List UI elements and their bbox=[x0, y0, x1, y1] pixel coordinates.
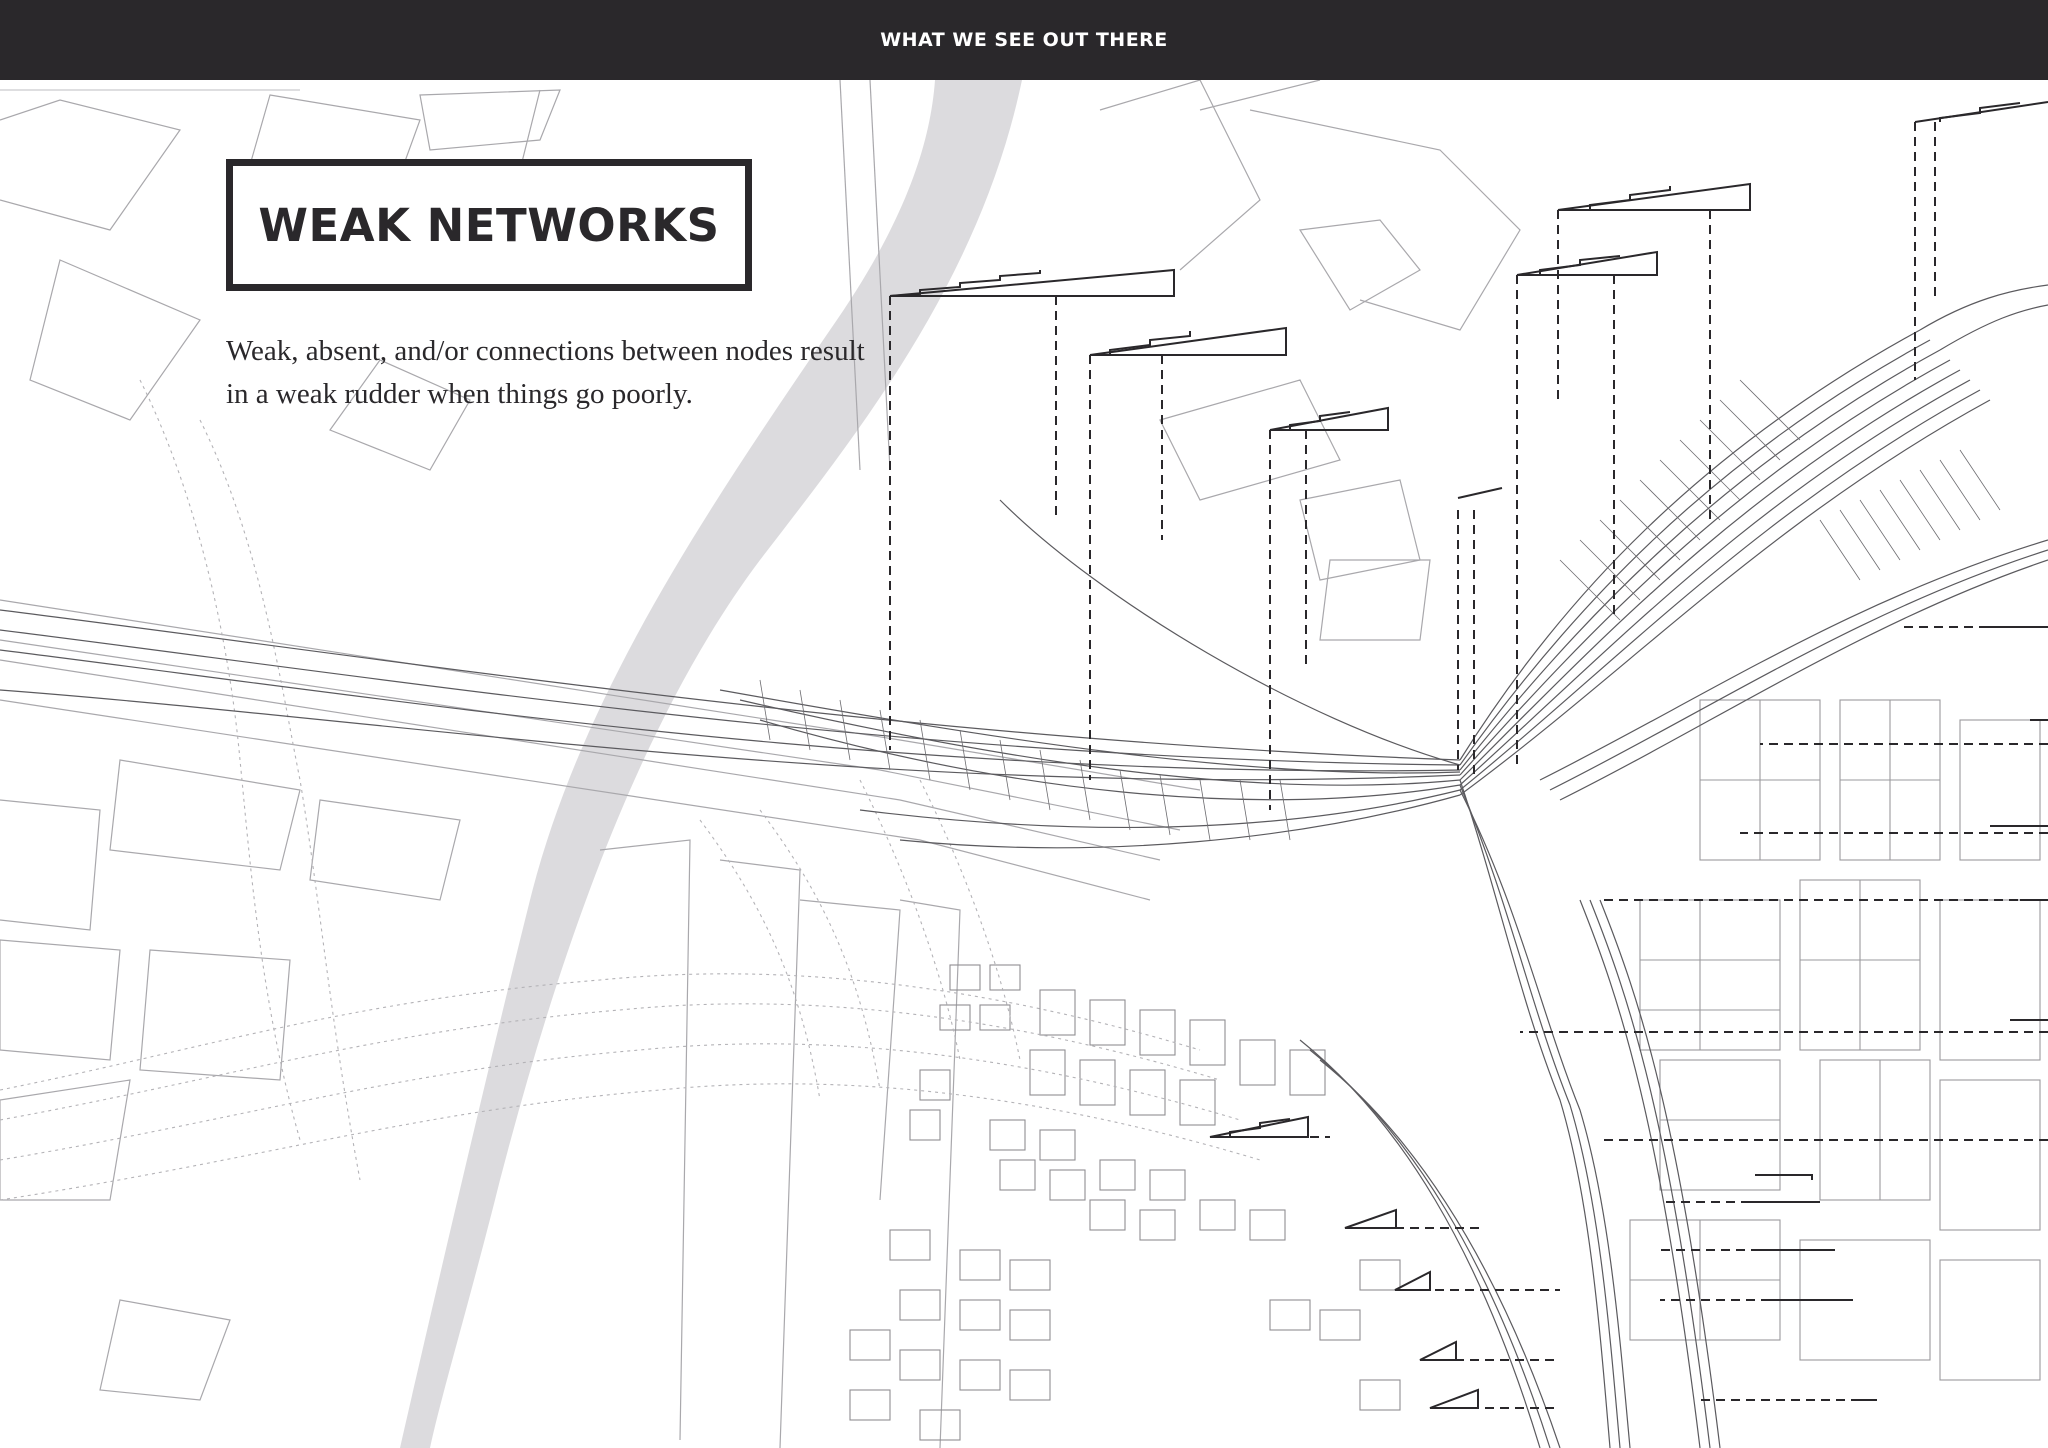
parcel-grid bbox=[1629, 699, 2041, 1381]
top-banner: WHAT WE SEE OUT THERE bbox=[0, 0, 2048, 80]
contour-lines bbox=[0, 379, 1261, 1201]
panel-description: Weak, absent, and/or connections between… bbox=[226, 335, 865, 410]
building-blocks bbox=[849, 964, 1401, 1441]
rail-bundle bbox=[0, 284, 2048, 1448]
banner-title: WHAT WE SEE OUT THERE bbox=[880, 29, 1168, 51]
step-markers bbox=[889, 101, 2048, 1409]
panel-title: WEAK NETWORKS bbox=[258, 198, 720, 252]
title-box: WEAK NETWORKS bbox=[226, 159, 752, 291]
